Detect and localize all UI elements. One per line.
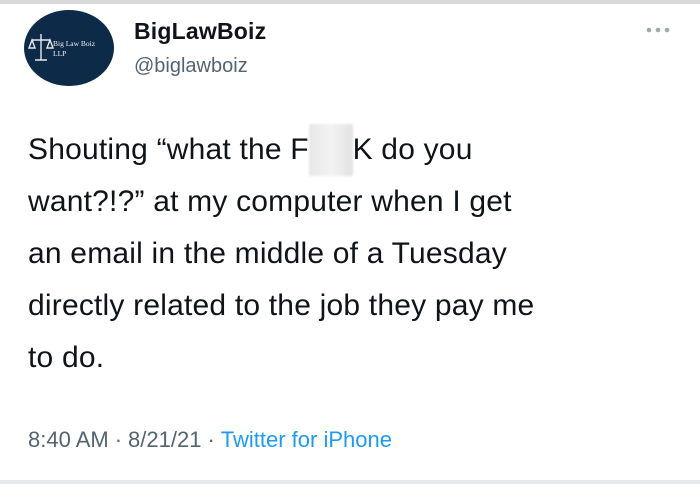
avatar[interactable]: Big Law Boiz LLP [24, 10, 114, 86]
tweet-line: directly related to the job they pay me [28, 289, 535, 322]
author-block: BigLawBoiz @biglawboiz [134, 16, 594, 80]
separator-dot: · [207, 427, 215, 452]
tweet-text-part: Shouting “what the F [28, 133, 309, 166]
top-divider [0, 0, 700, 4]
tweet-line: Shouting “what the FUCK do you [28, 124, 678, 176]
display-name[interactable]: BigLawBoiz [134, 16, 594, 46]
tweet-header: Big Law Boiz LLP BigLawBoiz @biglawboiz [24, 10, 676, 90]
separator-dot: · [114, 427, 123, 452]
tweet-source-link[interactable]: Twitter for iPhone [221, 427, 392, 452]
avatar-logo-text: Big Law Boiz [53, 39, 96, 48]
bottom-divider [0, 480, 700, 484]
tweet-line: to do. [28, 341, 105, 374]
tweet-text: Shouting “what the FUCK do you want?!?” … [28, 124, 678, 384]
scales-of-justice-icon: Big Law Boiz LLP [27, 34, 96, 61]
tweet-line: an email in the middle of a Tuesday [28, 237, 507, 270]
user-handle[interactable]: @biglawboiz [134, 52, 594, 80]
more-options-icon[interactable] [640, 18, 676, 42]
tweet-metadata: 8:40 AM · 8/21/21 · Twitter for iPhone [28, 423, 392, 457]
tweet-text-part: K do you [352, 133, 473, 166]
tweet-card: Big Law Boiz LLP BigLawBoiz @biglawboiz … [0, 0, 700, 484]
tweet-time[interactable]: 8:40 AM [28, 427, 109, 452]
tweet-date[interactable]: 8/21/21 [128, 427, 201, 452]
tweet-line: want?!?” at my computer when I get [28, 185, 512, 218]
censored-word: UC [308, 124, 353, 176]
avatar-logo-subtext: LLP [53, 49, 66, 58]
